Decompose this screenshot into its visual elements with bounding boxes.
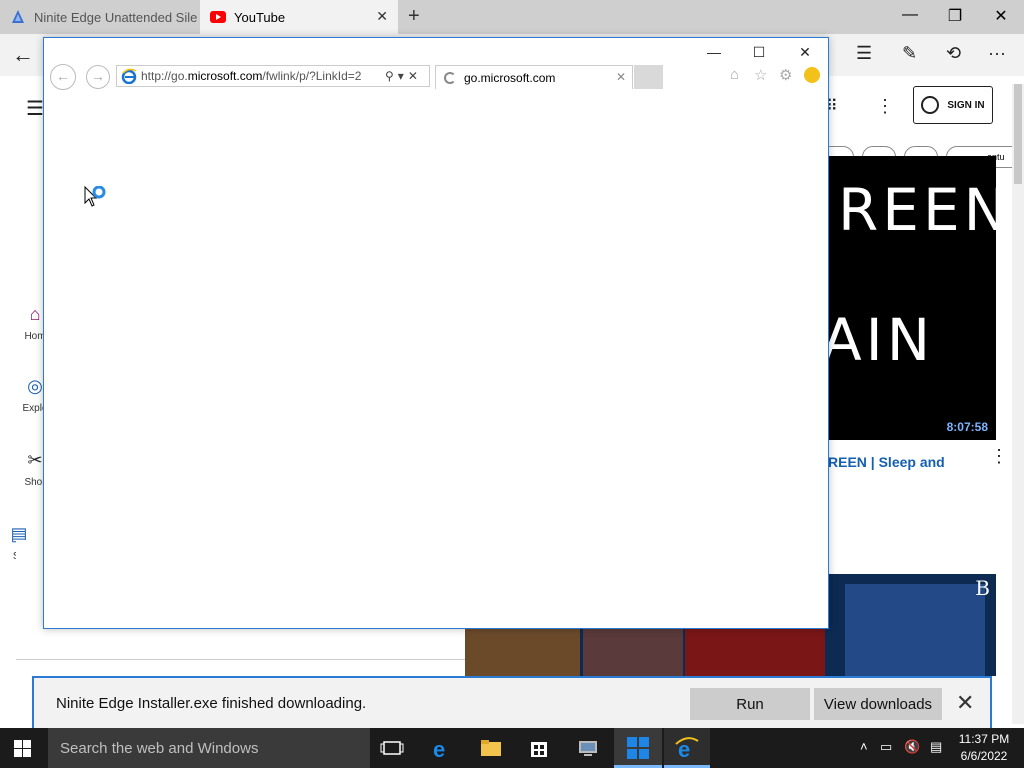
close-window-icon[interactable]: ✕	[795, 44, 815, 61]
sign-in-button[interactable]: SIGN IN	[913, 86, 993, 124]
close-icon[interactable]: ✕	[956, 690, 974, 716]
address-bar[interactable]: http://go.microsoft.com/fwlink/p/?LinkId…	[116, 65, 430, 87]
chevron-up-icon[interactable]: ˄	[860, 739, 868, 754]
thumbnail-image	[583, 626, 683, 676]
video-thumbnail[interactable]: REEN AIN 8:07:58	[828, 156, 996, 440]
page-scrollbar[interactable]	[1012, 84, 1024, 724]
edge-icon[interactable]: e	[430, 736, 454, 760]
tab-label: Ninite Edge Unattended Sile	[34, 9, 198, 25]
notifications-icon[interactable]: ▤	[930, 739, 942, 755]
channel-logo: B	[975, 576, 990, 600]
ie-new-tab-button[interactable]	[634, 65, 663, 89]
clock-time[interactable]: 11:37 PM	[954, 732, 1014, 746]
download-message: Ninite Edge Installer.exe finished downl…	[56, 695, 367, 712]
tab-ninite[interactable]: Ninite Edge Unattended Sile	[0, 0, 200, 34]
video-more-icon[interactable]: ⋮	[990, 446, 1008, 467]
back-arrow-icon[interactable]: ←	[12, 42, 34, 68]
network-app-icon[interactable]	[576, 736, 600, 760]
edge-tab-bar: Ninite Edge Unattended Sile YouTube ✕ + …	[0, 0, 1024, 34]
store-icon[interactable]	[527, 736, 551, 760]
file-explorer-icon[interactable]	[479, 736, 503, 760]
sign-in-label: SIGN IN	[947, 99, 985, 111]
new-tab-icon[interactable]: +	[408, 5, 420, 28]
thumbnail-text: AIN	[828, 306, 935, 374]
maximize-icon[interactable]: ☐	[749, 44, 769, 61]
youtube-icon	[210, 11, 226, 23]
feedback-smiley-icon[interactable]	[804, 67, 820, 83]
internet-explorer-window: — ☐ ✕ ← → http://go.microsoft.com/fwlink…	[43, 37, 829, 629]
tab-label: YouTube	[234, 9, 286, 25]
ie-tab[interactable]: go.microsoft.com ✕	[435, 65, 633, 89]
share-icon[interactable]: ⟲	[946, 43, 961, 64]
gear-icon[interactable]: ⚙	[779, 66, 792, 84]
tab-youtube[interactable]: YouTube ✕	[200, 0, 398, 34]
taskbar: Search the web and Windows e e ˄ ▭ 🔇 ▤ 1…	[0, 728, 1024, 768]
volume-muted-icon[interactable]: 🔇	[904, 739, 920, 755]
ie-icon[interactable]: e	[675, 736, 699, 760]
hub-icon[interactable]: ☰	[856, 43, 872, 64]
duration-badge: 8:07:58	[946, 420, 988, 434]
clock-date[interactable]: 6/6/2022	[954, 749, 1014, 763]
run-button[interactable]: Run	[690, 688, 810, 720]
close-tab-icon[interactable]: ✕	[376, 8, 388, 25]
thumbnail-image	[685, 626, 825, 676]
thumbnail-image	[465, 626, 580, 676]
ie-tab-label: go.microsoft.com	[464, 70, 556, 85]
windows-start-icon[interactable]	[14, 740, 31, 757]
favorites-star-icon[interactable]: ☆	[754, 66, 767, 84]
back-arrow-icon[interactable]: ←	[50, 64, 76, 90]
search-icon[interactable]: ⚲	[385, 69, 394, 83]
network-icon[interactable]: ▭	[880, 739, 892, 755]
minimize-icon[interactable]: —	[895, 6, 925, 24]
ie-logo-icon	[121, 68, 137, 84]
web-note-icon[interactable]: ✎	[902, 43, 917, 64]
forward-arrow-icon[interactable]: →	[86, 65, 110, 89]
svg-text:e: e	[433, 737, 445, 760]
ie-toolbar: — ☐ ✕ ← → http://go.microsoft.com/fwlink…	[44, 38, 828, 94]
minimize-icon[interactable]: —	[704, 44, 724, 60]
url-text: http://go.microsoft.com/fwlink/p/?LinkId…	[141, 69, 362, 83]
ninite-icon	[12, 10, 24, 23]
menu-icon[interactable]: ☰	[26, 96, 44, 121]
restore-icon[interactable]: ❐	[940, 6, 970, 26]
close-window-icon[interactable]: ✕	[986, 6, 1016, 26]
view-downloads-button[interactable]: View downloads	[814, 688, 942, 720]
close-tab-icon[interactable]: ✕	[616, 70, 626, 84]
more-icon[interactable]: ···	[988, 43, 1006, 64]
ninite-taskbar-icon[interactable]	[626, 736, 650, 760]
home-icon[interactable]: ⌂	[730, 66, 739, 83]
stop-icon[interactable]: ✕	[408, 69, 418, 83]
task-view-icon[interactable]	[380, 736, 404, 760]
taskbar-search-box[interactable]: Search the web and Windows	[48, 728, 370, 768]
download-bar: Ninite Edge Installer.exe finished downl…	[32, 676, 992, 728]
video-title-link[interactable]: REEN | Sleep and	[828, 454, 945, 470]
dropdown-icon[interactable]: ▾	[398, 69, 404, 83]
busy-cursor-icon	[84, 186, 106, 207]
thumbnail-image	[845, 584, 985, 676]
thumbnail-text: REEN	[838, 176, 996, 244]
avatar-icon	[921, 96, 940, 114]
loading-icon	[444, 71, 456, 84]
scrollbar-thumb[interactable]	[1014, 84, 1022, 184]
more-vert-icon[interactable]: ⋮	[876, 96, 894, 117]
